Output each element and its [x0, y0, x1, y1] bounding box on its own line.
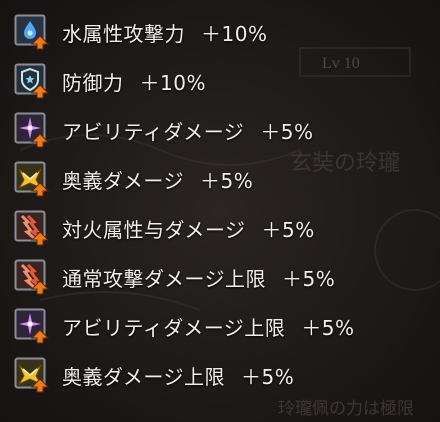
- skill-value: ＋10%: [139, 70, 206, 95]
- skill-value: ＋5%: [200, 168, 254, 193]
- water-element-icon: [14, 14, 50, 50]
- skill-row: 対火属性与ダメージ ＋5%: [14, 208, 434, 248]
- skill-value: ＋5%: [282, 266, 336, 291]
- skill-label: 水属性攻撃力: [62, 21, 185, 46]
- skill-value: ＋5%: [241, 364, 295, 389]
- ability-damage-icon: [14, 112, 50, 148]
- ougi-damage-icon: [14, 161, 50, 197]
- skill-label: 対火属性与ダメージ: [62, 217, 246, 242]
- skill-label: アビリティダメージ: [62, 119, 245, 144]
- skill-list: 水属性攻撃力 ＋10% 防御力 ＋10% アビリティダメージ ＋5% 奥義ダメー…: [0, 0, 440, 422]
- ability-damage-cap-icon: [14, 308, 50, 344]
- skill-row: 奥義ダメージ上限 ＋5%: [14, 355, 434, 395]
- fire-damage-icon: [14, 210, 50, 246]
- skill-value: ＋10%: [201, 21, 268, 46]
- skill-value: ＋5%: [261, 217, 315, 242]
- skill-label: 通常攻撃ダメージ上限: [62, 266, 266, 291]
- skill-row: 水属性攻撃力 ＋10%: [14, 12, 434, 52]
- defense-shield-icon: [14, 63, 50, 99]
- skill-row: 奥義ダメージ ＋5%: [14, 159, 434, 199]
- ougi-damage-cap-icon: [14, 357, 50, 393]
- skill-row: 通常攻撃ダメージ上限 ＋5%: [14, 257, 434, 297]
- skill-label: アビリティダメージ上限: [62, 315, 286, 340]
- skill-row: アビリティダメージ上限 ＋5%: [14, 306, 434, 346]
- skill-label: 奥義ダメージ: [62, 168, 184, 193]
- skill-row: アビリティダメージ ＋5%: [14, 110, 434, 150]
- skill-value: ＋5%: [260, 119, 314, 144]
- skill-label: 奥義ダメージ上限: [62, 364, 225, 389]
- skill-value: ＋5%: [301, 315, 355, 340]
- normal-attack-cap-icon: [14, 259, 50, 295]
- skill-label: 防御力: [62, 70, 124, 95]
- skill-row: 防御力 ＋10%: [14, 61, 434, 101]
